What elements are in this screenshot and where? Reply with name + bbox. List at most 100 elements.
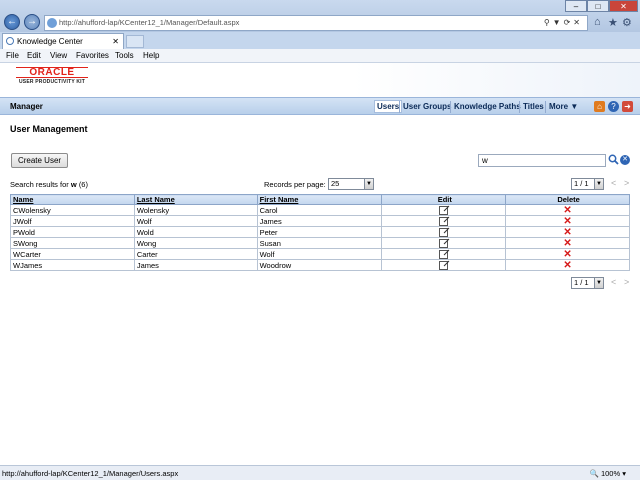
- edit-icon[interactable]: [439, 216, 449, 226]
- cell-edit: [381, 237, 507, 249]
- address-actions-icon[interactable]: ⚲▼⟳✕: [544, 16, 583, 30]
- forward-button[interactable]: →: [24, 14, 40, 30]
- table-row: WCarter Carter Wolf ✕: [10, 248, 630, 260]
- edit-icon[interactable]: [439, 260, 449, 270]
- nav-more-menu[interactable]: More ▼: [549, 102, 578, 111]
- cell-delete: ✕: [505, 204, 630, 216]
- cell-last-name: James: [133, 259, 258, 271]
- logout-icon[interactable]: ➜: [622, 101, 633, 112]
- search-input[interactable]: [478, 154, 606, 167]
- cell-last-name: Carter: [133, 248, 258, 260]
- home-icon[interactable]: ⌂: [594, 101, 605, 112]
- cell-last-name: Wong: [133, 237, 258, 249]
- cell-first-name: Woodrow: [256, 259, 383, 271]
- search-icon[interactable]: [608, 154, 619, 165]
- menu-tools[interactable]: Tools: [115, 51, 134, 60]
- cell-username: WCarter: [10, 248, 135, 260]
- prev-page-icon[interactable]: <: [611, 277, 616, 287]
- users-table: Name Last Name First Name Edit Delete CW…: [10, 194, 630, 271]
- chevron-down-icon: ▼: [364, 179, 373, 189]
- menu-help[interactable]: Help: [143, 51, 159, 60]
- cell-edit: [381, 248, 507, 260]
- nav-divider: [450, 101, 451, 113]
- cell-edit: [381, 204, 507, 216]
- cell-delete: ✕: [505, 215, 630, 227]
- column-header-name[interactable]: Name: [10, 194, 135, 205]
- close-window-button[interactable]: ✕: [609, 0, 638, 12]
- logo-product: USER PRODUCTIVITY KIT: [18, 79, 86, 85]
- new-tab-button[interactable]: [126, 35, 144, 48]
- edit-icon[interactable]: [439, 238, 449, 248]
- edit-icon[interactable]: [439, 205, 449, 215]
- browser-toolbar: ← → http://ahufford-lap/KCenter12_1/Mana…: [0, 0, 640, 32]
- main-navbar: Manager Users User Groups Knowledge Path…: [0, 97, 640, 115]
- tab-close-icon[interactable]: ✕: [112, 34, 119, 49]
- cell-last-name: Wolensky: [133, 204, 258, 216]
- sort-last-name-link[interactable]: Last Name: [137, 195, 175, 204]
- nav-knowledge-paths[interactable]: Knowledge Paths: [454, 102, 521, 111]
- cell-username: SWong: [10, 237, 135, 249]
- favorites-star-icon[interactable]: ★: [608, 16, 618, 29]
- zoom-value: 100%: [600, 469, 621, 478]
- cell-username: PWold: [10, 226, 135, 238]
- cell-username: WJames: [10, 259, 135, 271]
- minimize-button[interactable]: –: [565, 0, 587, 12]
- menu-edit[interactable]: Edit: [27, 51, 41, 60]
- column-header-last-name[interactable]: Last Name: [133, 194, 258, 205]
- delete-icon[interactable]: ✕: [563, 238, 571, 248]
- records-per-page-select[interactable]: 25 ▼: [328, 178, 374, 190]
- app-header: ORACLE USER PRODUCTIVITY KIT: [0, 63, 640, 97]
- table-row: SWong Wong Susan ✕: [10, 237, 630, 249]
- home-icon[interactable]: ⌂: [594, 16, 601, 28]
- back-button[interactable]: ←: [4, 14, 20, 30]
- status-url: http://ahufford-lap/KCenter12_1/Manager/…: [2, 469, 179, 478]
- delete-icon[interactable]: ✕: [563, 249, 571, 259]
- cell-first-name: Susan: [256, 237, 383, 249]
- oracle-logo: ORACLE USER PRODUCTIVITY KIT: [16, 67, 88, 85]
- menu-favorites[interactable]: Favorites: [76, 51, 109, 60]
- delete-icon[interactable]: ✕: [563, 227, 571, 237]
- delete-icon[interactable]: ✕: [563, 205, 571, 215]
- results-prefix: Search results for: [10, 180, 69, 189]
- results-term: w: [70, 180, 77, 189]
- address-bar[interactable]: http://ahufford-lap/KCenter12_1/Manager/…: [44, 15, 588, 31]
- clear-search-icon[interactable]: ✕: [620, 155, 630, 165]
- page-indicator: 1 / 1: [574, 278, 589, 287]
- menu-view[interactable]: View: [50, 51, 67, 60]
- column-header-first-name[interactable]: First Name: [256, 194, 383, 205]
- sort-name-link[interactable]: Name: [13, 195, 33, 204]
- edit-icon[interactable]: [439, 249, 449, 259]
- page-select-top[interactable]: 1 / 1 ▼: [571, 178, 604, 190]
- help-icon[interactable]: ?: [608, 101, 619, 112]
- section-title: Manager: [10, 102, 43, 111]
- page-select-bottom[interactable]: 1 / 1 ▼: [571, 277, 604, 289]
- nav-user-groups[interactable]: User Groups: [403, 102, 451, 111]
- page-indicator: 1 / 1: [574, 179, 589, 188]
- search-results-summary: Search results for w (6): [10, 180, 88, 189]
- prev-page-icon[interactable]: <: [611, 178, 616, 188]
- menu-bar: File Edit View Favorites Tools Help: [0, 49, 640, 63]
- nav-users[interactable]: Users: [374, 100, 403, 113]
- menu-file[interactable]: File: [6, 51, 19, 60]
- next-page-icon[interactable]: >: [624, 178, 629, 188]
- sort-first-name-link[interactable]: First Name: [260, 195, 299, 204]
- cell-last-name: Wold: [133, 226, 258, 238]
- cell-last-name: Wolf: [133, 215, 258, 227]
- maximize-button[interactable]: □: [587, 0, 609, 12]
- cell-first-name: Wolf: [256, 248, 383, 260]
- cell-first-name: Peter: [256, 226, 383, 238]
- tab-knowledge-center[interactable]: Knowledge Center ✕: [2, 33, 124, 49]
- status-bar: http://ahufford-lap/KCenter12_1/Manager/…: [0, 465, 640, 480]
- nav-titles[interactable]: Titles: [523, 102, 544, 111]
- zoom-level[interactable]: 🔍 100% ▾: [590, 469, 626, 478]
- next-page-icon[interactable]: >: [624, 277, 629, 287]
- table-header-row: Name Last Name First Name Edit Delete: [10, 194, 630, 205]
- delete-icon[interactable]: ✕: [563, 216, 571, 226]
- cell-delete: ✕: [505, 237, 630, 249]
- cell-delete: ✕: [505, 226, 630, 238]
- edit-icon[interactable]: [439, 227, 449, 237]
- delete-icon[interactable]: ✕: [563, 260, 571, 270]
- cell-delete: ✕: [505, 259, 630, 271]
- tools-gear-icon[interactable]: ⚙: [622, 16, 632, 29]
- create-user-button[interactable]: Create User: [11, 153, 68, 168]
